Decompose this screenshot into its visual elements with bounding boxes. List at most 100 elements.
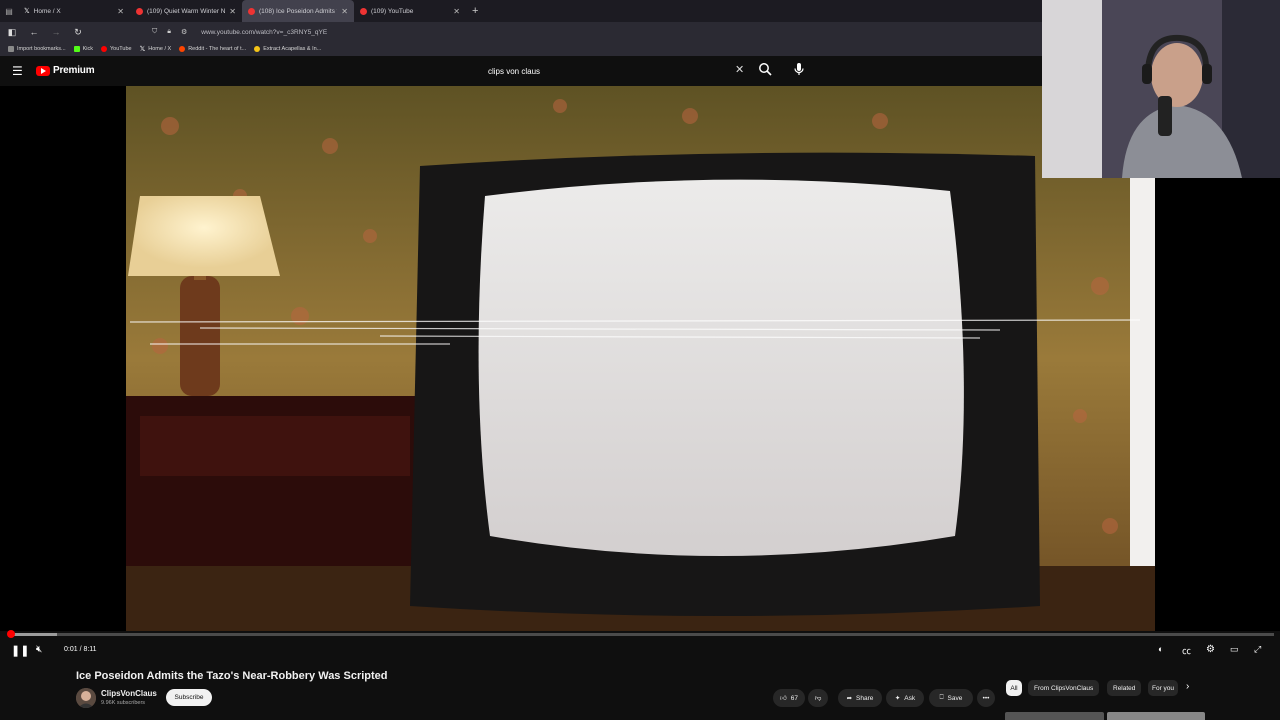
dislike-button[interactable]: 👎︎ (808, 689, 828, 707)
bookmarks-bar: Import bookmarks... Kick YouTube 𝕏 Home /… (0, 42, 1042, 56)
recommended-thumbnails-peek (1005, 712, 1205, 720)
tab-label: (109) Quiet Warm Winter Night (147, 7, 226, 15)
x-logo-icon: 𝕏 (24, 8, 30, 15)
sparkle-icon: ✦ (894, 695, 901, 702)
subscribe-button[interactable]: Subscribe (166, 689, 212, 706)
thumbnail[interactable] (1005, 712, 1104, 720)
scrubber-handle[interactable] (6, 630, 15, 638)
permissions-icon[interactable]: ⚙ (181, 28, 187, 36)
bookmark-kick[interactable]: Kick (73, 46, 93, 52)
chip-from-channel[interactable]: From ClipsVonClaus (1028, 680, 1100, 696)
menu-icon[interactable]: ☰ (12, 64, 23, 78)
tab-close-icon[interactable]: ✕ (341, 7, 348, 16)
browser-tab-bar: ▤ 𝕏 Home / X ✕ (109) Quiet Warm Winter N… (0, 0, 1042, 22)
player-controls: ❚❚ 🔇︎ 0:01 / 8:11 ◐ ㏄ ⚙ ▭ ⤢ (0, 640, 1280, 660)
search-box: ✕ (482, 62, 752, 80)
subscriber-count: 9.96K subscribers (101, 700, 146, 706)
import-icon (8, 46, 14, 52)
youtube-premium-logo[interactable]: Premium (36, 65, 95, 76)
more-dots-icon: ••• (982, 694, 990, 702)
tab-label: (108) Ice Poseidon Admits the T (259, 7, 337, 15)
share-button[interactable]: ➦ Share (838, 689, 882, 707)
ask-label: Ask (904, 694, 916, 702)
mute-icon[interactable]: 🔇︎ (36, 644, 42, 655)
webcam-feed (1042, 0, 1280, 178)
avatar-image (76, 688, 96, 708)
channel-name[interactable]: ClipsVonClaus (101, 689, 157, 698)
tab-list-icon[interactable]: ▤ (0, 7, 18, 16)
youtube-icon (101, 46, 107, 52)
fullscreen-icon[interactable]: ⤢ (1254, 644, 1261, 655)
reload-icon[interactable]: ↻ (72, 27, 84, 38)
browser-tab-x-home[interactable]: 𝕏 Home / X ✕ (18, 0, 130, 22)
streamer-webcam-overlay (1042, 0, 1280, 178)
youtube-play-icon (36, 65, 50, 76)
chip-all[interactable]: All (1006, 680, 1022, 696)
acapella-icon (254, 46, 261, 52)
theater-mode-icon[interactable]: ▭ (1230, 644, 1239, 655)
logo-text: Premium (53, 65, 95, 76)
bookmark-youtube[interactable]: YouTube (101, 46, 132, 52)
youtube-icon (360, 7, 367, 15)
pause-icon[interactable]: ❚❚ (11, 644, 29, 657)
lock-icon[interactable]: 🔒︎ (167, 28, 171, 36)
video-side-letterbox (1155, 178, 1280, 631)
autoplay-toggle-icon[interactable]: ◐ (1158, 644, 1163, 654)
save-button[interactable]: ⎕ Save (929, 689, 973, 707)
ask-button[interactable]: ✦ Ask (886, 689, 924, 707)
search-input[interactable] (488, 64, 728, 78)
thumbs-up-icon: 👍︎ (779, 695, 787, 702)
buffered-bar (8, 633, 58, 636)
thumbnail[interactable] (1106, 712, 1205, 720)
more-actions-button[interactable]: ••• (977, 689, 995, 707)
back-icon[interactable]: ← (28, 27, 40, 37)
bookmark-acapellas[interactable]: Extract Acapellas & In... (254, 46, 321, 52)
browser-tab-ice-poseidon[interactable]: (108) Ice Poseidon Admits the T ✕ (242, 0, 354, 22)
search-icon[interactable] (758, 62, 772, 76)
forward-icon[interactable]: → (50, 27, 62, 37)
bookmark-label: Kick (82, 46, 93, 52)
save-label: Save (947, 694, 963, 702)
x-logo-icon: 𝕏 (139, 46, 146, 53)
seek-bar[interactable] (6, 630, 1274, 638)
video-frame (0, 86, 1155, 631)
address-bar[interactable]: www.youtube.com/watch?v=_c3RNY5_qYE (201, 29, 327, 36)
bookmark-reddit[interactable]: Reddit - The heart of t... (179, 46, 246, 52)
browser-tab-youtube[interactable]: (109) YouTube ✕ (354, 0, 466, 22)
tab-close-icon[interactable]: ✕ (117, 7, 124, 16)
tab-label: Home / X (33, 7, 61, 15)
tab-close-icon[interactable]: ✕ (453, 7, 460, 16)
thumbs-down-icon: 👎︎ (814, 695, 822, 702)
browser-tab-quiet-winter[interactable]: (109) Quiet Warm Winter Night ✕ (130, 0, 242, 22)
bookmark-label: YouTube (110, 46, 132, 52)
kick-icon (73, 46, 80, 52)
bookmark-import[interactable]: Import bookmarks... (8, 46, 66, 52)
shield-icon[interactable]: ⛉ (152, 28, 157, 36)
youtube-header: ☰ Premium ✕ (0, 56, 1042, 86)
video-title: Ice Poseidon Admits the Tazo's Near-Robb… (76, 670, 388, 682)
bookmark-label: Import bookmarks... (17, 46, 66, 52)
time-display: 0:01 / 8:11 (64, 646, 97, 653)
clear-search-icon[interactable]: ✕ (735, 63, 744, 76)
share-arrow-icon: ➦ (846, 695, 853, 702)
video-player[interactable] (0, 86, 1155, 631)
sidebar-toggle-icon[interactable]: ◧ (6, 27, 18, 38)
tab-close-icon[interactable]: ✕ (229, 7, 236, 16)
chip-related[interactable]: Related (1107, 680, 1142, 696)
new-tab-button[interactable]: + (466, 5, 478, 17)
settings-gear-icon[interactable]: ⚙ (1206, 644, 1215, 655)
like-count: 67 (790, 694, 799, 702)
bookmark-label: Home / X (148, 46, 172, 52)
bookmark-x[interactable]: 𝕏 Home / X (140, 45, 172, 53)
bookmark-label: Reddit - The heart of t... (188, 46, 247, 52)
captions-icon[interactable]: ㏄ (1182, 644, 1191, 657)
browser-nav-bar: ◧ ← → ↻ ⛉ 🔒︎ ⚙ www.youtube.com/watch?v=_… (0, 22, 1042, 42)
reddit-icon (179, 46, 186, 52)
channel-avatar[interactable] (76, 688, 96, 708)
bookmark-icon: ⎕ (939, 694, 944, 701)
chip-for-you[interactable]: For you (1148, 680, 1178, 696)
like-button[interactable]: 👍︎ 67 (773, 689, 805, 707)
chevron-right-icon[interactable]: › (1186, 681, 1189, 692)
bookmark-label: Extract Acapellas & In... (263, 46, 322, 52)
microphone-icon[interactable] (792, 62, 806, 76)
